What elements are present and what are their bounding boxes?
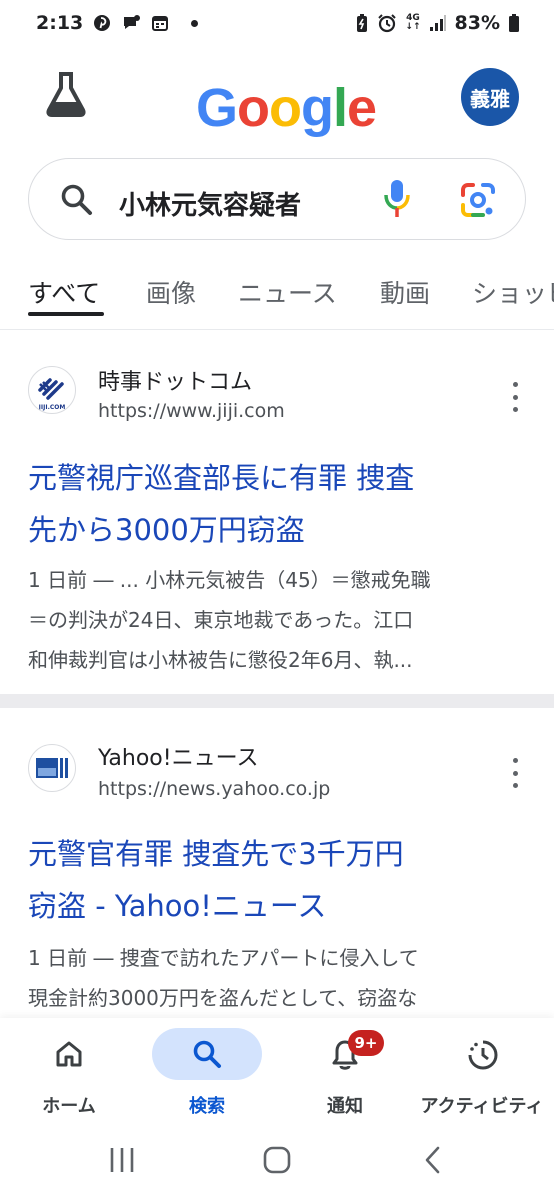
tab-news[interactable]: ニュース <box>238 274 337 310</box>
notification-badge: 9+ <box>348 1030 384 1056</box>
search-bar[interactable]: 小林元気容疑者 <box>28 158 526 240</box>
nav-label: アクティビティ <box>420 1096 544 1117</box>
search-icon <box>59 182 95 222</box>
tab-shopping[interactable]: ショッピング <box>472 274 554 310</box>
battery-percent: 83% <box>454 12 500 34</box>
activity-icon <box>466 1038 500 1076</box>
nav-notifications[interactable]: 9+ 通知 <box>280 1018 410 1130</box>
nav-label: 通知 <box>327 1096 363 1117</box>
favicon-text: JIJI.COM <box>38 404 66 411</box>
result-url: https://www.jiji.com <box>98 400 285 422</box>
google-logo: Google <box>196 78 377 138</box>
result-snippet: 1 日前 ― ... 小林元気被告（45）＝懲戒免職 ＝の判決が24日、東京地裁… <box>28 560 528 680</box>
battery-icon <box>508 13 520 33</box>
mic-icon[interactable] <box>381 177 413 225</box>
result-title-line: 元警官有罪 捜査先で3千万円 <box>28 837 404 871</box>
battery-saver-icon <box>355 13 369 33</box>
logo-letter: G <box>196 78 238 138</box>
jiji-favicon: JIJI.COM <box>28 366 76 414</box>
search-icon <box>191 1038 223 1074</box>
home-icon <box>53 1038 85 1074</box>
logo-letter: l <box>333 78 348 138</box>
pinterest-icon <box>93 14 111 32</box>
tab-videos[interactable]: 動画 <box>380 274 430 310</box>
labs-flask-icon[interactable] <box>42 70 90 118</box>
snippet-line: 現金計約3000万円を盗んだとして、窃盗な <box>28 986 418 1010</box>
logo-letter: o <box>269 78 302 138</box>
network-type: 4G ↓↑ <box>405 13 421 32</box>
nav-activity[interactable]: アクティビティ <box>418 1018 548 1130</box>
snippet-line: 和伸裁判官は小林被告に懲役2年6月、執... <box>28 648 413 672</box>
active-tab-indicator <box>28 312 104 316</box>
google-lens-icon[interactable] <box>459 181 497 223</box>
snippet-line: 1 日前 ― ... 小林元気被告（45）＝懲戒免職 <box>28 568 431 592</box>
tab-all[interactable]: すべて <box>28 274 100 310</box>
result-site-name: Yahoo!ニュース <box>98 746 259 771</box>
result-title-line: 窃盗 - Yahoo!ニュース <box>28 889 327 923</box>
search-query[interactable]: 小林元気容疑者 <box>119 185 301 222</box>
result-title-line: 元警視庁巡査部長に有罪 捜査 <box>28 461 415 495</box>
more-options-icon[interactable] <box>508 382 522 412</box>
result-divider <box>0 694 554 708</box>
tab-images[interactable]: 画像 <box>146 274 196 310</box>
nav-label: 検索 <box>189 1096 225 1117</box>
search-result: JIJI.COM 時事ドットコム https://www.jiji.com 元警… <box>0 360 554 694</box>
chat-icon <box>121 14 141 32</box>
search-tabs: すべて 画像 ニュース 動画 ショッピング <box>0 262 554 330</box>
alarm-icon <box>377 13 397 33</box>
logo-letter: o <box>237 78 270 138</box>
logo-letter: g <box>301 78 334 138</box>
more-options-icon[interactable] <box>508 758 522 788</box>
result-url: https://news.yahoo.co.jp <box>98 778 331 800</box>
search-result: Yahoo!ニュース https://news.yahoo.co.jp 元警官有… <box>0 736 554 1018</box>
status-bar: 2:13 4G ↓↑ 83% <box>0 0 554 46</box>
bottom-navigation: ホーム 検索 9+ 通知 アクティビティ <box>0 1018 554 1130</box>
result-snippet: 1 日前 ― 捜査で訪れたアパートに侵入して 現金計約3000万円を盗んだとして… <box>28 938 528 1018</box>
account-avatar[interactable]: 義雅 <box>461 68 519 126</box>
home-button-icon[interactable] <box>261 1144 293 1180</box>
result-site-name: 時事ドットコム <box>98 370 253 395</box>
nav-home[interactable]: ホーム <box>4 1018 134 1130</box>
result-title-link[interactable]: 元警官有罪 捜査先で3千万円 窃盗 - Yahoo!ニュース <box>28 828 528 932</box>
back-icon[interactable] <box>418 1144 450 1180</box>
snippet-line: 1 日前 ― 捜査で訪れたアパートに侵入して <box>28 946 419 970</box>
nav-search[interactable]: 検索 <box>142 1018 272 1130</box>
signal-icon <box>429 14 447 32</box>
status-time: 2:13 <box>36 12 84 34</box>
result-title-line: 先から3000万円窃盗 <box>28 513 305 547</box>
notification-dot <box>191 19 199 27</box>
system-navigation-bar <box>0 1130 554 1200</box>
logo-letter: e <box>347 78 377 138</box>
recent-apps-icon[interactable] <box>106 1144 138 1180</box>
calendar-icon <box>151 14 169 32</box>
google-header: Google 義雅 <box>0 62 554 148</box>
yahoo-news-favicon <box>28 744 76 792</box>
nav-label: ホーム <box>42 1096 96 1117</box>
snippet-line: ＝の判決が24日、東京地裁であった。江口 <box>28 608 414 632</box>
result-title-link[interactable]: 元警視庁巡査部長に有罪 捜査 先から3000万円窃盗 <box>28 452 528 556</box>
